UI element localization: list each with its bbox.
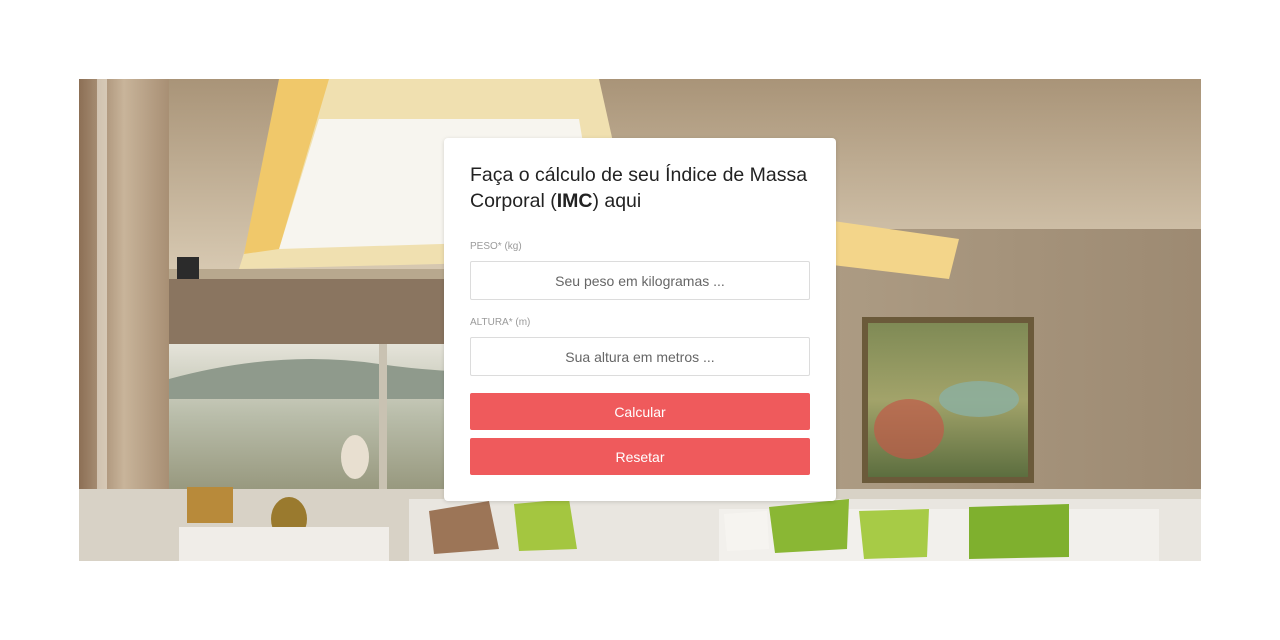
height-input[interactable] bbox=[470, 337, 810, 376]
weight-input[interactable] bbox=[470, 261, 810, 300]
form-title: Faça o cálculo de seu Índice de Massa Co… bbox=[470, 164, 808, 212]
calculate-button[interactable]: Calcular bbox=[470, 393, 810, 430]
title-imc-acronym: IMC bbox=[556, 190, 593, 212]
reset-button[interactable]: Resetar bbox=[470, 438, 810, 475]
weight-label: PESO* (kg) bbox=[470, 241, 522, 252]
bmi-calculator-card: Faça o cálculo de seu Índice de Massa Co… bbox=[444, 138, 836, 501]
height-label: ALTURA* (m) bbox=[470, 317, 531, 328]
